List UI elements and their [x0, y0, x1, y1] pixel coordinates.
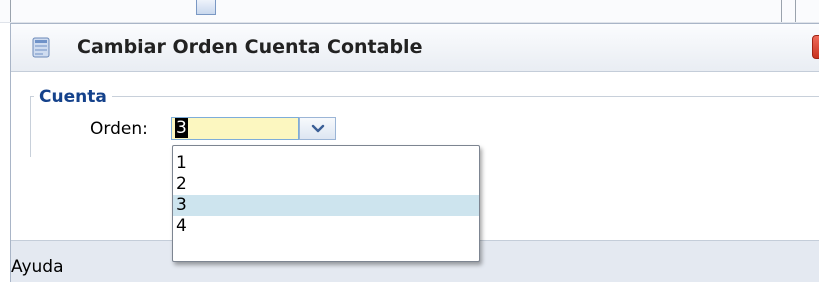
dropdown-option-selected[interactable]: 3: [173, 195, 479, 216]
form-icon: [31, 37, 53, 59]
orden-label: Orden:: [90, 119, 148, 139]
close-button[interactable]: x: [812, 35, 819, 59]
dropdown-option[interactable]: 2: [173, 174, 479, 195]
background-divider: [10, 0, 11, 22]
dialog-titlebar[interactable]: Cambiar Orden Cuenta Contable x: [11, 24, 819, 72]
screen: Cambiar Orden Cuenta Contable x Cuenta O…: [0, 0, 819, 282]
fieldset-legend: Cuenta: [34, 88, 112, 106]
background-divider: [781, 0, 782, 22]
orden-dropdown-list: 1 2 3 4: [172, 145, 480, 262]
orden-combo-input[interactable]: 3: [171, 117, 299, 140]
background-divider: [795, 0, 796, 22]
chevron-down-icon: [311, 124, 325, 133]
orden-combo-value: 3: [175, 118, 188, 138]
background-form-icon: [196, 0, 216, 15]
background-window: [0, 0, 819, 23]
orden-combo-trigger[interactable]: [299, 117, 336, 140]
dialog-title: Cambiar Orden Cuenta Contable: [77, 36, 423, 58]
dropdown-option[interactable]: 1: [173, 153, 479, 174]
help-button[interactable]: Ayuda: [11, 257, 64, 277]
dropdown-option[interactable]: 4: [173, 216, 479, 237]
